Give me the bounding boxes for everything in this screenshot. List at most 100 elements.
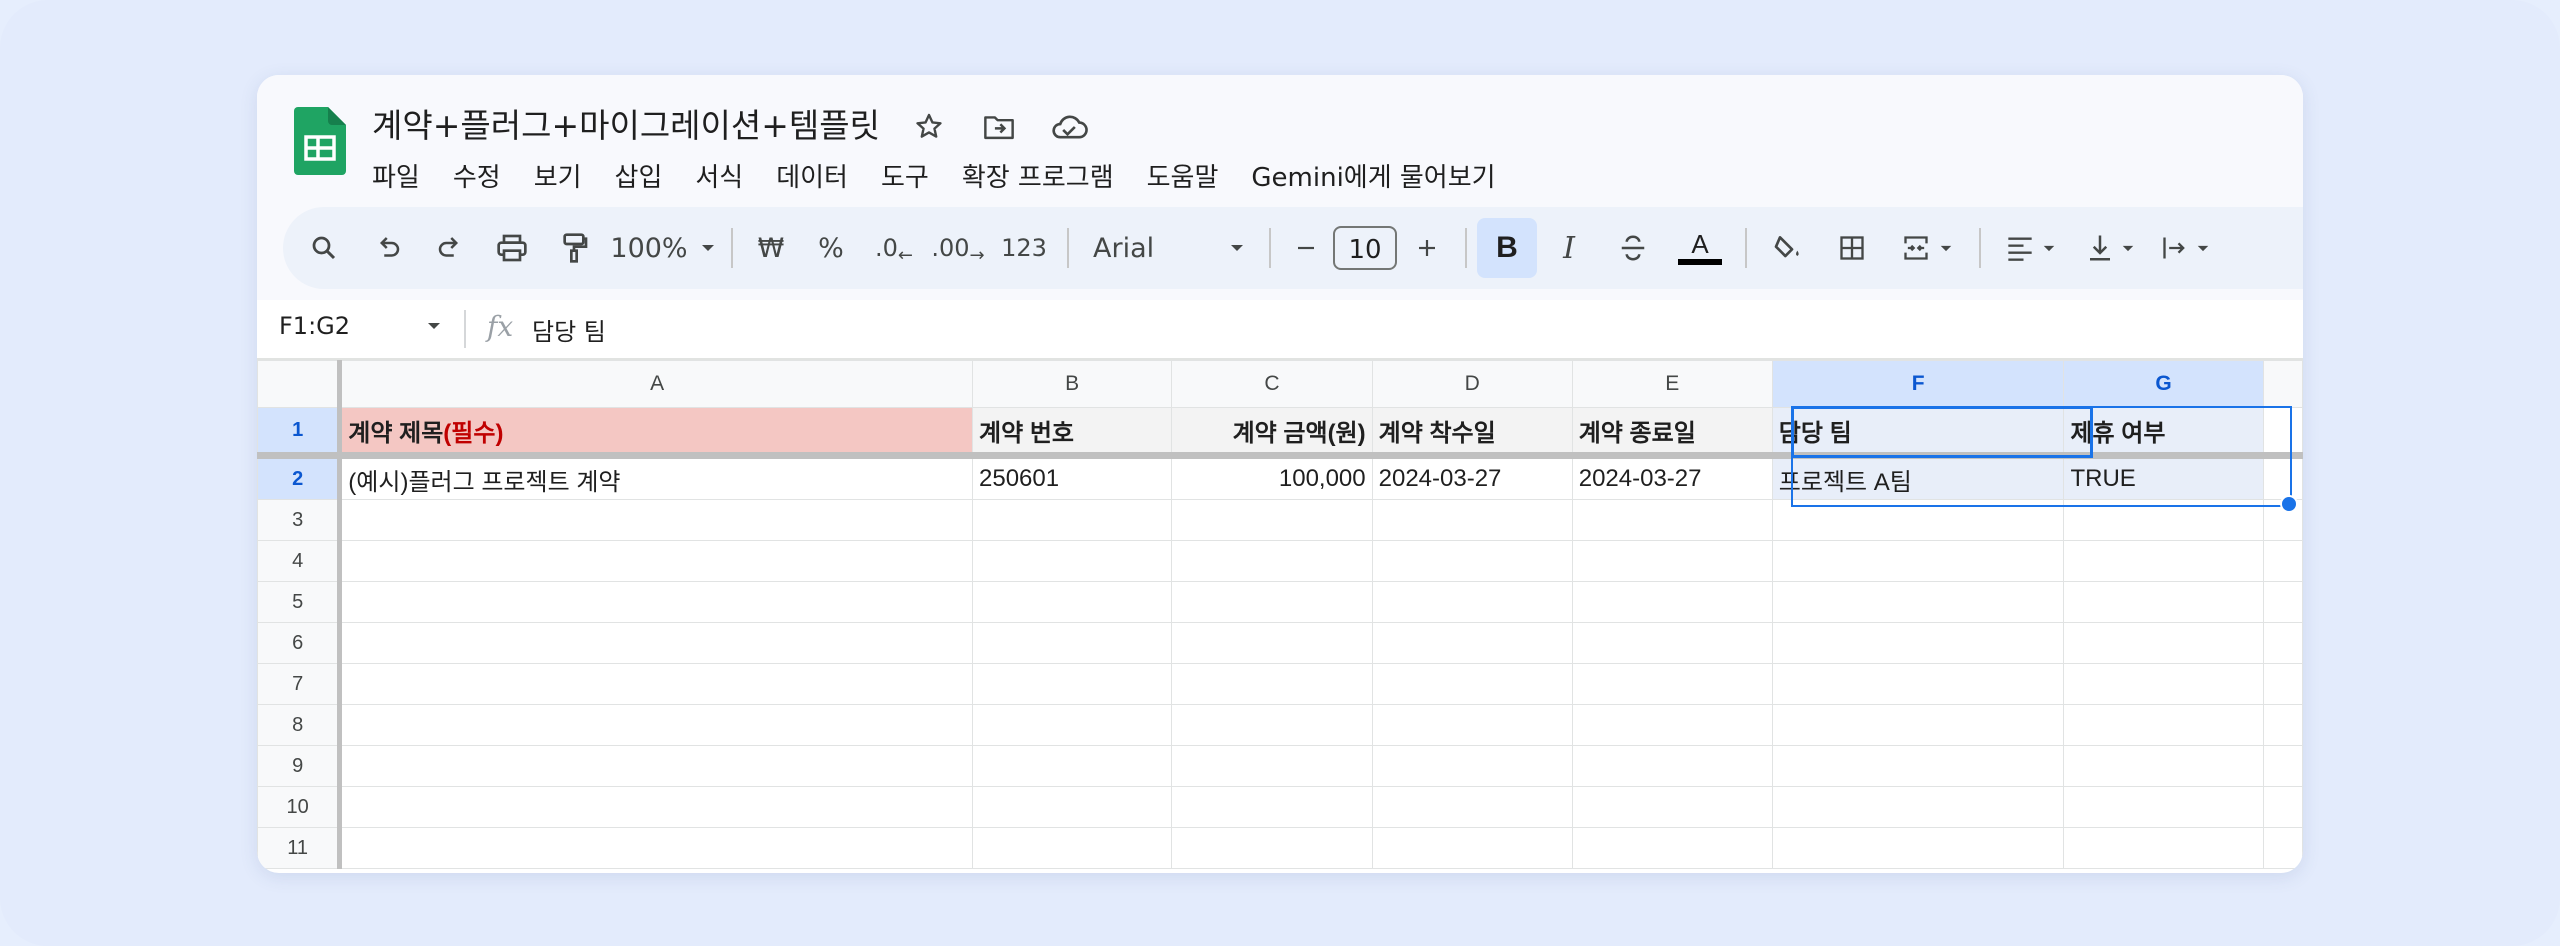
cell-h9[interactable] <box>2262 745 2303 787</box>
fill-handle[interactable] <box>2280 495 2298 513</box>
row-header-3[interactable]: 3 <box>257 499 343 541</box>
merge-cells-icon[interactable] <box>1885 218 1969 278</box>
menu-help[interactable]: 도움말 <box>1147 151 1235 200</box>
cloud-status-icon[interactable] <box>1047 105 1091 149</box>
cell-a11[interactable] <box>339 827 973 869</box>
cell-h2[interactable] <box>2262 455 2303 500</box>
column-header-a[interactable]: A <box>339 360 973 408</box>
formula-input[interactable]: 담당 팀 <box>532 312 606 347</box>
column-header-f[interactable]: F <box>1771 360 2065 408</box>
cell-b2[interactable]: 250601 <box>971 455 1173 500</box>
cell-e9[interactable] <box>1571 745 1773 787</box>
cell-h4[interactable] <box>2262 540 2303 582</box>
cell-h5[interactable] <box>2262 581 2303 623</box>
cell-g4[interactable] <box>2063 540 2264 582</box>
cell-b7[interactable] <box>971 663 1173 705</box>
search-icon[interactable] <box>291 218 357 278</box>
cell-c9[interactable] <box>1171 745 1373 787</box>
cell-g11[interactable] <box>2063 827 2264 869</box>
cell-f11[interactable] <box>1771 827 2065 869</box>
cell-d5[interactable] <box>1371 581 1573 623</box>
menu-file[interactable]: 파일 <box>372 151 436 200</box>
cell-d7[interactable] <box>1371 663 1573 705</box>
cell-e3[interactable] <box>1571 499 1773 541</box>
cell-f9[interactable] <box>1771 745 2065 787</box>
cell-c4[interactable] <box>1171 540 1373 582</box>
cell-c2[interactable]: 100,000 <box>1171 455 1373 500</box>
text-color-icon[interactable]: A <box>1665 218 1735 278</box>
cell-d10[interactable] <box>1371 786 1573 828</box>
cell-a8[interactable] <box>339 704 973 746</box>
row-header-10[interactable]: 10 <box>257 786 343 828</box>
cell-d8[interactable] <box>1371 704 1573 746</box>
print-icon[interactable] <box>481 218 543 278</box>
cell-e5[interactable] <box>1571 581 1773 623</box>
row-header-6[interactable]: 6 <box>257 622 343 664</box>
row-header-1[interactable]: 1 <box>257 407 343 459</box>
cell-a9[interactable] <box>339 745 973 787</box>
zoom-select[interactable]: 100% <box>605 218 721 278</box>
borders-icon[interactable] <box>1819 218 1885 278</box>
text-wrap-icon[interactable] <box>2151 218 2221 278</box>
menu-view[interactable]: 보기 <box>534 151 598 200</box>
cell-f6[interactable] <box>1771 622 2065 664</box>
row-header-4[interactable]: 4 <box>257 540 343 582</box>
cell-d6[interactable] <box>1371 622 1573 664</box>
cell-g1[interactable]: 제휴 여부 <box>2063 407 2264 459</box>
number-format-button[interactable]: 123 <box>991 218 1057 278</box>
cell-f4[interactable] <box>1771 540 2065 582</box>
cell-b10[interactable] <box>971 786 1173 828</box>
cell-g5[interactable] <box>2063 581 2264 623</box>
cell-d3[interactable] <box>1371 499 1573 541</box>
cell-h10[interactable] <box>2262 786 2303 828</box>
cell-e11[interactable] <box>1571 827 1773 869</box>
cell-f7[interactable] <box>1771 663 2065 705</box>
fill-color-icon[interactable] <box>1757 218 1819 278</box>
cell-f8[interactable] <box>1771 704 2065 746</box>
cell-g10[interactable] <box>2063 786 2264 828</box>
row-header-7[interactable]: 7 <box>257 663 343 705</box>
increase-decimal-button[interactable]: .00 → <box>925 218 991 278</box>
cell-e8[interactable] <box>1571 704 1773 746</box>
cell-a4[interactable] <box>339 540 973 582</box>
cell-e6[interactable] <box>1571 622 1773 664</box>
row-header-11[interactable]: 11 <box>257 827 343 869</box>
cell-d1[interactable]: 계약 착수일 <box>1371 407 1573 459</box>
menu-edit[interactable]: 수정 <box>453 151 517 200</box>
cell-d2[interactable]: 2024-03-27 <box>1371 455 1573 500</box>
cell-c8[interactable] <box>1171 704 1373 746</box>
cell-e7[interactable] <box>1571 663 1773 705</box>
cell-h11[interactable] <box>2262 827 2303 869</box>
cell-f5[interactable] <box>1771 581 2065 623</box>
cell-e10[interactable] <box>1571 786 1773 828</box>
cell-a2[interactable]: (예시)플러그 프로젝트 계약 <box>339 455 973 500</box>
menu-data[interactable]: 데이터 <box>776 151 864 200</box>
valign-bottom-icon[interactable] <box>2071 218 2151 278</box>
redo-icon[interactable] <box>419 218 481 278</box>
cell-c3[interactable] <box>1171 499 1373 541</box>
column-header-d[interactable]: D <box>1371 360 1573 408</box>
font-size-increase-button[interactable] <box>1399 218 1455 278</box>
column-header-b[interactable]: B <box>971 360 1173 408</box>
cell-a3[interactable] <box>339 499 973 541</box>
sheets-logo-icon[interactable] <box>294 107 346 175</box>
cell-c7[interactable] <box>1171 663 1373 705</box>
menu-format[interactable]: 서식 <box>695 151 759 200</box>
row-header-9[interactable]: 9 <box>257 745 343 787</box>
row-header-5[interactable]: 5 <box>257 581 343 623</box>
align-left-icon[interactable] <box>1991 218 2071 278</box>
cell-f2[interactable]: 프로젝트 A팀 <box>1771 455 2065 500</box>
move-folder-icon[interactable] <box>977 105 1021 149</box>
cell-b6[interactable] <box>971 622 1173 664</box>
cell-a6[interactable] <box>339 622 973 664</box>
star-icon[interactable] <box>907 105 951 149</box>
cell-c6[interactable] <box>1171 622 1373 664</box>
column-header-e[interactable]: E <box>1571 360 1773 408</box>
column-header-h[interactable] <box>2262 360 2303 408</box>
cell-h6[interactable] <box>2262 622 2303 664</box>
menu-insert[interactable]: 삽입 <box>615 151 679 200</box>
document-title[interactable]: 계약+플러그+마이그레이션+템플릿 <box>372 99 880 147</box>
cell-h1[interactable] <box>2262 407 2303 459</box>
cell-b4[interactable] <box>971 540 1173 582</box>
cell-f1[interactable]: 담당 팀 <box>1771 407 2065 459</box>
